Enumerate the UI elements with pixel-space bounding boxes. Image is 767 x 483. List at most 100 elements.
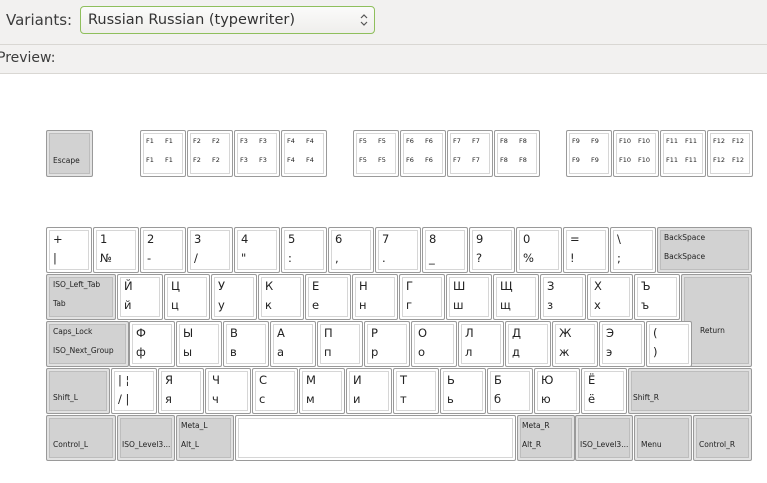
variants-label: Variants: bbox=[6, 11, 73, 29]
key-label: F3 bbox=[259, 156, 267, 164]
key-label: F9 bbox=[591, 137, 599, 145]
key-iso-level3-right: ISO_Level3... bbox=[575, 415, 633, 461]
key-label: ISO_Level3... bbox=[122, 440, 171, 449]
key-home-5: Рр bbox=[364, 321, 410, 367]
key-label: F7 bbox=[453, 156, 461, 164]
key-label: - bbox=[147, 251, 152, 265]
key-label: Escape bbox=[53, 156, 80, 165]
key-shift-right: Shift_R bbox=[628, 368, 752, 414]
key-label: л bbox=[465, 345, 473, 359]
key-label: F6 bbox=[406, 137, 414, 145]
key-digit-0: + | bbox=[46, 227, 92, 273]
key-home-9: Жж bbox=[552, 321, 598, 367]
variants-dropdown[interactable]: Russian Russian (typewriter) bbox=[80, 6, 375, 34]
key-label: F5 bbox=[359, 156, 367, 164]
key-label: F6 bbox=[425, 137, 433, 145]
key-label: | ¦ bbox=[118, 373, 130, 387]
key-bottom-3: Сс bbox=[252, 368, 298, 414]
key-label: ю bbox=[541, 392, 551, 406]
key-f7: F7 F7 F7 F7 bbox=[447, 130, 493, 177]
key-label: Ж bbox=[559, 326, 572, 340]
key-label: У bbox=[218, 279, 226, 293]
key-digit-4: 4 " bbox=[234, 227, 280, 273]
key-label: м bbox=[306, 392, 315, 406]
key-top-11: Ъъ bbox=[634, 274, 680, 320]
key-label: F1 bbox=[146, 156, 154, 164]
key-label: Return bbox=[700, 326, 725, 335]
key-label: Menu bbox=[641, 440, 662, 449]
key-menu: Menu bbox=[634, 415, 692, 461]
key-label: F10 bbox=[638, 137, 651, 145]
key-label: И bbox=[353, 373, 362, 387]
key-label: F8 bbox=[500, 156, 508, 164]
key-label: т bbox=[400, 392, 407, 406]
key-label: F12 bbox=[713, 156, 726, 164]
key-control-left: Control_L bbox=[46, 415, 116, 461]
keyboard-preview: Escape F1 F1 F1 F1 F2 F2 F2 F2 F3 F3 F3 F3 F4 F4 F4 F4 F5… bbox=[0, 74, 767, 483]
key-home-8: Дд bbox=[505, 321, 551, 367]
key-label: | bbox=[53, 251, 57, 265]
key-label: 8 bbox=[429, 232, 437, 246]
key-label: F8 bbox=[519, 156, 527, 164]
key-label: F10 bbox=[619, 156, 632, 164]
key-label: F12 bbox=[732, 156, 745, 164]
key-digit-2: 2- bbox=[140, 227, 186, 273]
key-top-5: Нн bbox=[352, 274, 398, 320]
key-meta-left: Meta_L Alt_L bbox=[176, 415, 234, 461]
key-label: ? bbox=[476, 251, 483, 265]
key-digit-3: 3/ bbox=[187, 227, 233, 273]
key-backspace: BackSpace BackSpace bbox=[657, 227, 752, 273]
key-meta-right: Meta_R Alt_R bbox=[517, 415, 575, 461]
key-f8: F8 F8 F8 F8 bbox=[494, 130, 540, 177]
key-label: F9 bbox=[572, 156, 580, 164]
key-digit-5: 5: bbox=[281, 227, 327, 273]
key-bottom-9: Юю bbox=[534, 368, 580, 414]
key-label: ISO_Next_Group bbox=[53, 346, 114, 355]
key-label: / | bbox=[118, 392, 130, 406]
key-label: 7 bbox=[382, 232, 390, 246]
key-label: F4 bbox=[287, 137, 295, 145]
key-label: х bbox=[594, 298, 601, 312]
key-bottom-7: Ьь bbox=[440, 368, 486, 414]
key-label: Shift_R bbox=[633, 393, 660, 402]
key-top-4: Ее bbox=[305, 274, 351, 320]
key-label: F11 bbox=[666, 156, 679, 164]
key-f10: F10 F10 F10 F10 bbox=[613, 130, 659, 177]
key-home-3: Аа bbox=[270, 321, 316, 367]
key-f4: F4 F4 F4 F4 bbox=[281, 130, 327, 177]
key-label: Я bbox=[165, 373, 173, 387]
key-label: F1 bbox=[146, 137, 154, 145]
key-label: \ bbox=[617, 232, 621, 246]
key-label: ж bbox=[559, 345, 570, 359]
key-label: F8 bbox=[519, 137, 527, 145]
key-label: Control_R bbox=[699, 440, 736, 449]
key-label: щ bbox=[500, 298, 511, 312]
key-label: ISO_Left_Tab bbox=[53, 280, 101, 289]
preview-label: Preview: bbox=[0, 50, 56, 66]
key-label: Meta_R bbox=[522, 421, 550, 430]
key-label: F1 bbox=[165, 137, 173, 145]
key-label: 0 bbox=[523, 232, 531, 246]
key-label: F6 bbox=[425, 156, 433, 164]
key-label: ц bbox=[171, 298, 179, 312]
key-label: п bbox=[324, 345, 332, 359]
key-label: F4 bbox=[287, 156, 295, 164]
preview-header: Preview: bbox=[0, 45, 767, 74]
key-label: и bbox=[353, 392, 361, 406]
key-space bbox=[235, 415, 516, 461]
key-label: . bbox=[382, 251, 386, 265]
key-label: К bbox=[265, 279, 274, 293]
key-label: н bbox=[359, 298, 367, 312]
key-label: Р bbox=[371, 326, 378, 340]
key-label: F9 bbox=[572, 137, 580, 145]
key-label: Н bbox=[359, 279, 368, 293]
key-label: " bbox=[241, 251, 247, 265]
key-label: F11 bbox=[685, 156, 698, 164]
key-label: F12 bbox=[713, 137, 726, 145]
key-label: з bbox=[547, 298, 554, 312]
key-label: Ы bbox=[183, 326, 194, 340]
key-top-10: Хх bbox=[587, 274, 633, 320]
key-label: у bbox=[218, 298, 225, 312]
key-home-7: Лл bbox=[458, 321, 504, 367]
key-iso-level3-left: ISO_Level3... bbox=[117, 415, 175, 461]
